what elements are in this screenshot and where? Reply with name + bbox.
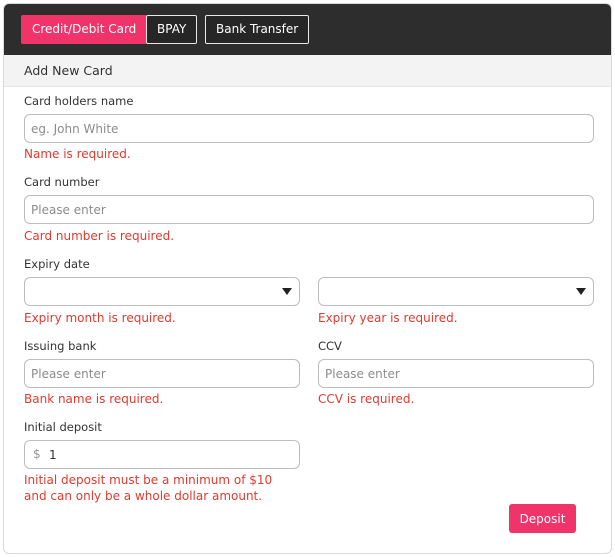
tab-bank-transfer[interactable]: Bank Transfer: [205, 15, 310, 44]
expiry-year-select[interactable]: [318, 277, 594, 306]
initial-deposit-field: $: [24, 440, 300, 469]
tab-bpay[interactable]: BPAY: [146, 15, 198, 44]
card-number-error: Card number is required.: [24, 229, 175, 243]
tab-credit-debit-card[interactable]: Credit/Debit Card: [21, 15, 148, 44]
card-holder-input[interactable]: [24, 114, 594, 143]
section-title: Add New Card: [4, 55, 611, 87]
currency-symbol: $: [33, 447, 41, 461]
ccv-error: CCV is required.: [318, 392, 415, 406]
expiry-month-select[interactable]: [24, 277, 300, 306]
issuing-bank-label: Issuing bank: [24, 339, 97, 353]
payment-panel: Credit/Debit Card BPAY Bank Transfer Add…: [3, 3, 612, 554]
issuing-bank-input[interactable]: [24, 359, 300, 388]
initial-deposit-input[interactable]: [45, 442, 285, 467]
payment-method-tabs: Credit/Debit Card BPAY Bank Transfer: [4, 4, 611, 55]
chevron-down-icon: [282, 288, 292, 295]
expiry-month-error: Expiry month is required.: [24, 311, 176, 325]
card-holder-label: Card holders name: [24, 94, 134, 108]
ccv-input[interactable]: [318, 359, 594, 388]
card-number-input[interactable]: [24, 195, 594, 224]
ccv-label: CCV: [318, 339, 342, 353]
card-holder-error: Name is required.: [24, 147, 131, 161]
initial-deposit-error: Initial deposit must be a minimum of $10…: [24, 473, 273, 503]
issuing-bank-error: Bank name is required.: [24, 392, 164, 406]
card-number-label: Card number: [24, 175, 100, 189]
deposit-button[interactable]: Deposit: [509, 504, 576, 533]
initial-deposit-label: Initial deposit: [24, 420, 102, 434]
expiry-year-error: Expiry year is required.: [318, 311, 458, 325]
expiry-date-label: Expiry date: [24, 257, 90, 271]
chevron-down-icon: [576, 288, 586, 295]
